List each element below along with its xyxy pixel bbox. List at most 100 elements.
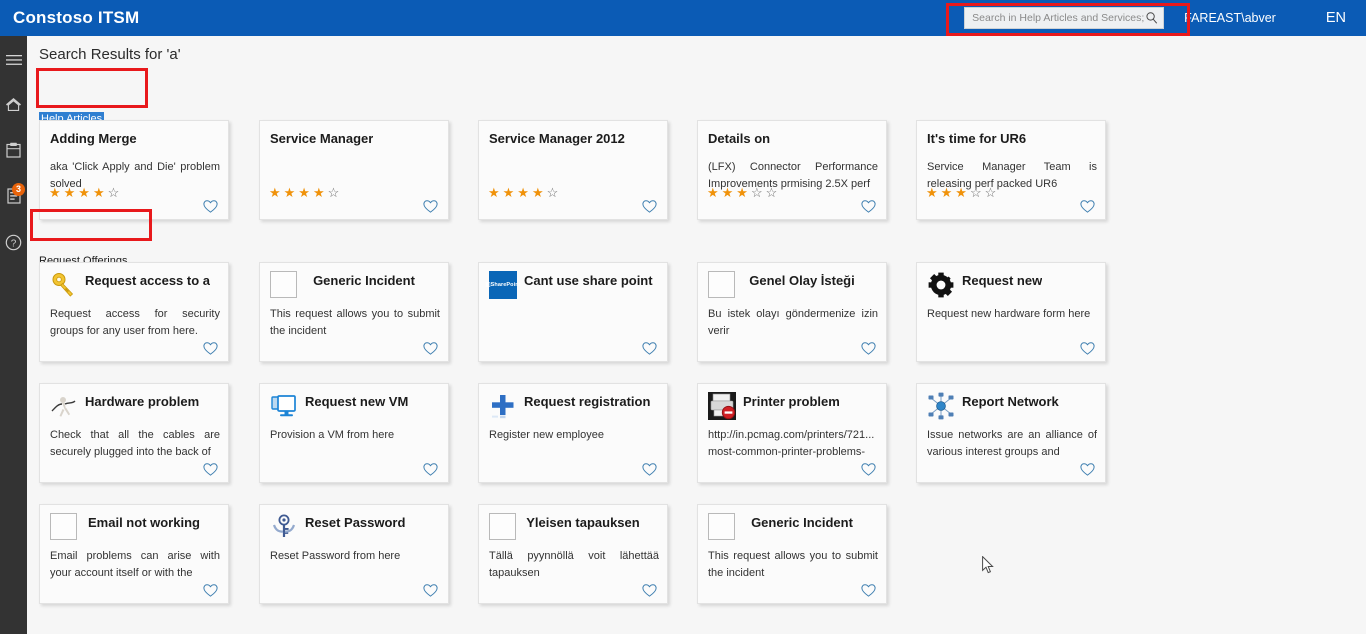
card-description: Issue networks are an alliance of variou… — [927, 429, 1097, 458]
card-title: Genel Olay İsteği — [749, 273, 855, 288]
card-title: Request new VM — [305, 394, 409, 409]
favorite-heart-icon[interactable] — [860, 340, 877, 356]
card-adding-merge[interactable]: Adding Merge aka 'Click Apply and Die' p… — [39, 120, 229, 220]
card-request-new-vm[interactable]: Request new VM Provision a VM from here — [259, 383, 449, 483]
card-title: Request new — [962, 273, 1043, 288]
card-title: Service Manager — [270, 131, 374, 146]
card-its-time-for-ur6[interactable]: It's time for UR6 Service Manager Team i… — [916, 120, 1106, 220]
card-header: Adding Merge — [40, 121, 228, 147]
favorite-heart-icon[interactable] — [202, 340, 219, 356]
favorite-heart-icon[interactable] — [860, 461, 877, 477]
card-yleisen-tapauksen[interactable]: Yleisen tapauksen Tällä pyynnöllä voit l… — [478, 504, 668, 604]
user-account-label[interactable]: FAREAST\abver — [1184, 11, 1276, 25]
search-icon[interactable] — [1145, 11, 1159, 25]
favorite-heart-icon[interactable] — [641, 198, 658, 214]
card-title: Service Manager 2012 — [489, 131, 625, 146]
global-search[interactable] — [964, 7, 1165, 29]
card-title: Yleisen tapauksen — [526, 515, 640, 530]
activities-count-badge: 3 — [12, 183, 25, 196]
favorite-heart-icon[interactable] — [641, 340, 658, 356]
card-description: Email problems can arise with your accou… — [50, 550, 220, 579]
rating-stars[interactable]: ★★★☆☆ — [926, 186, 999, 199]
search-box[interactable] — [964, 7, 1165, 29]
favorite-heart-icon[interactable] — [202, 582, 219, 598]
gear-icon — [927, 271, 955, 299]
sharepoint-icon: ◧SharePoint — [485, 271, 521, 299]
card-request-new-hardware[interactable]: Request new Request new hardware form he… — [916, 262, 1106, 362]
favorite-heart-icon[interactable] — [422, 340, 439, 356]
rating-stars[interactable]: ★★★★☆ — [269, 186, 342, 199]
sidebar-item-my-activities[interactable]: 3 — [0, 180, 27, 212]
card-header: Email not working — [40, 505, 228, 540]
card-description: Request access for security groups for a… — [50, 308, 220, 337]
card-title: Details on — [708, 131, 771, 146]
card-request-registration[interactable]: Request registration Register new employ… — [478, 383, 668, 483]
top-header-bar: Constoso ITSM FAREAST\abver EN — [0, 0, 1366, 36]
card-report-network[interactable]: Report Network Issue networks are an all… — [916, 383, 1106, 483]
card-details-on[interactable]: Details on (LFX) Connector Performance I… — [697, 120, 887, 220]
sidebar-item-my-requests[interactable] — [0, 134, 27, 166]
card-header: Generic Incident — [260, 263, 448, 298]
sidebar-item-menu-hamburger[interactable] — [0, 44, 27, 76]
card-generic-incident-2[interactable]: Generic Incident This request allows you… — [697, 504, 887, 604]
card-cant-use-sharepoint[interactable]: ◧SharePoint Cant use share point — [478, 262, 668, 362]
card-description: Reset Password from here — [270, 550, 401, 562]
search-input[interactable] — [972, 12, 1146, 24]
card-title: Cant use share point — [524, 273, 653, 288]
rating-stars[interactable]: ★★★★☆ — [488, 186, 561, 199]
card-description: Request new hardware form here — [927, 308, 1091, 320]
sidebar-item-help[interactable]: ? — [0, 226, 27, 258]
card-header: Report Network — [917, 384, 1105, 420]
page-title: Search Results for 'a' — [39, 46, 181, 63]
favorite-heart-icon[interactable] — [422, 461, 439, 477]
left-sidebar: 3 ? — [0, 36, 27, 634]
card-description: Bu istek olayı göndermenize izin verir — [708, 308, 878, 337]
card-title: Printer problem — [743, 394, 840, 409]
rating-stars[interactable]: ★★★★☆ — [49, 186, 122, 199]
card-request-access[interactable]: Request access to a Request access for s… — [39, 262, 229, 362]
hamburger-icon[interactable] — [5, 54, 22, 66]
monitor-icon — [270, 392, 298, 420]
card-header: It's time for UR6 — [917, 121, 1105, 147]
card-header: Request registration — [479, 384, 667, 420]
clipboard-icon[interactable] — [6, 142, 21, 158]
blank-icon — [489, 513, 516, 540]
card-generic-incident-1[interactable]: Generic Incident This request allows you… — [259, 262, 449, 362]
favorite-heart-icon[interactable] — [422, 198, 439, 214]
card-reset-password[interactable]: Reset Password Reset Password from here — [259, 504, 449, 604]
favorite-heart-icon[interactable] — [860, 582, 877, 598]
favorite-heart-icon[interactable] — [1079, 461, 1096, 477]
favorite-heart-icon[interactable] — [641, 582, 658, 598]
blank-icon — [270, 271, 297, 298]
card-printer-problem[interactable]: Printer problem http://in.pcmag.com/prin… — [697, 383, 887, 483]
card-header: ◧SharePoint Cant use share point — [479, 263, 667, 299]
question-circle-icon[interactable]: ? — [5, 234, 22, 251]
card-header: Genel Olay İsteği — [698, 263, 886, 298]
favorite-heart-icon[interactable] — [202, 198, 219, 214]
card-service-manager-2012[interactable]: Service Manager 2012 ★★★★☆ — [478, 120, 668, 220]
card-header: Details on — [698, 121, 886, 147]
favorite-heart-icon[interactable] — [422, 582, 439, 598]
card-row: Email not working Email problems can ari… — [39, 504, 1139, 624]
card-title: Generic Incident — [751, 515, 853, 530]
rating-stars[interactable]: ★★★☆☆ — [707, 186, 780, 199]
favorite-heart-icon[interactable] — [1079, 198, 1096, 214]
favorite-heart-icon[interactable] — [641, 461, 658, 477]
network-icon — [927, 392, 955, 420]
home-icon[interactable] — [5, 96, 22, 112]
language-selector[interactable]: EN — [1326, 10, 1346, 26]
svg-text:?: ? — [11, 238, 17, 249]
blank-icon — [50, 513, 77, 540]
card-header: Printer problem — [698, 384, 886, 420]
card-title: Hardware problem — [85, 394, 200, 409]
card-hardware-problem[interactable]: Hardware problem Check that all the cabl… — [39, 383, 229, 483]
card-email-not-working[interactable]: Email not working Email problems can ari… — [39, 504, 229, 604]
favorite-heart-icon[interactable] — [1079, 340, 1096, 356]
card-genel-olay-istegi[interactable]: Genel Olay İsteği Bu istek olayı gönderm… — [697, 262, 887, 362]
sidebar-item-home[interactable] — [0, 88, 27, 120]
favorite-heart-icon[interactable] — [860, 198, 877, 214]
card-service-manager[interactable]: Service Manager ★★★★☆ — [259, 120, 449, 220]
card-header: Request new VM — [260, 384, 448, 420]
card-title: Adding Merge — [50, 131, 137, 146]
favorite-heart-icon[interactable] — [202, 461, 219, 477]
